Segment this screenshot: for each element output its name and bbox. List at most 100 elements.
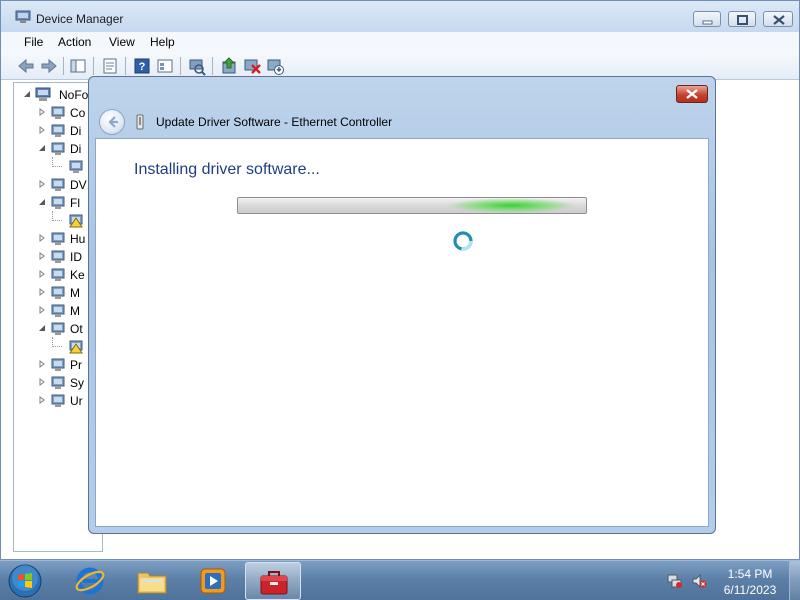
- keyboard-icon: [51, 268, 65, 281]
- toolbar-separator: [63, 57, 64, 75]
- svg-text:?: ?: [139, 61, 146, 73]
- expand-arrow-icon[interactable]: [38, 378, 46, 386]
- tree-item-label: Ke: [70, 268, 85, 282]
- expand-arrow-icon[interactable]: [38, 108, 46, 116]
- other-devices-icon: [51, 322, 65, 335]
- toolbar-separator: [93, 57, 94, 75]
- media-player-icon: [200, 568, 226, 594]
- show-hide-tree-icon[interactable]: [68, 56, 88, 76]
- tree-item-label: M: [70, 286, 80, 300]
- taskbar-file-explorer[interactable]: [124, 562, 180, 600]
- maximize-icon: [737, 15, 748, 25]
- device-manager-icon: [260, 571, 288, 595]
- start-orb-icon[interactable]: [6, 563, 44, 599]
- back-button[interactable]: [99, 109, 125, 135]
- collapse-arrow-icon[interactable]: [38, 324, 46, 332]
- tree-item-label: M: [70, 304, 80, 318]
- minimize-button[interactable]: [693, 11, 721, 27]
- tree-item-label: ID: [70, 250, 82, 264]
- system-devices-icon: [51, 376, 65, 389]
- toolbar-separator: [212, 57, 213, 75]
- usb-controller-icon: [51, 394, 65, 407]
- busy-spinner-icon: [453, 231, 473, 251]
- hid-icon: [51, 232, 65, 245]
- computer-category-icon: [51, 106, 65, 119]
- tree-item-label: Sy: [70, 376, 85, 390]
- disable-device-icon[interactable]: [242, 56, 262, 76]
- expand-arrow-icon[interactable]: [38, 360, 46, 368]
- back-icon[interactable]: [16, 56, 36, 76]
- menu-file[interactable]: File: [24, 35, 43, 49]
- menu-help[interactable]: Help: [150, 35, 175, 49]
- tree-item-label: Pr: [70, 358, 82, 372]
- scan-hardware-icon[interactable]: [187, 56, 207, 76]
- tree-item-label: Fl: [70, 196, 80, 210]
- tree-root-label: NoFo: [59, 88, 89, 102]
- floppy-controller-icon: [51, 196, 65, 209]
- network-icon[interactable]: [667, 573, 683, 589]
- file-explorer-icon: [137, 572, 167, 594]
- menu-action[interactable]: Action: [58, 35, 91, 49]
- close-button[interactable]: [763, 11, 793, 27]
- menu-view[interactable]: View: [109, 35, 135, 49]
- processor-icon: [51, 358, 65, 371]
- expand-arrow-icon[interactable]: [38, 234, 46, 242]
- forward-icon[interactable]: [39, 56, 59, 76]
- back-arrow-icon: [108, 116, 118, 128]
- toolbar-separator: [180, 57, 181, 75]
- view-icon[interactable]: [155, 56, 175, 76]
- uninstall-device-icon[interactable]: [265, 56, 285, 76]
- minimize-icon: [702, 20, 713, 25]
- toolbar-separator: [125, 57, 126, 75]
- tree-item-label: Di: [70, 124, 82, 138]
- dvd-drive-icon: [51, 178, 65, 191]
- mouse-icon: [51, 286, 65, 299]
- expand-arrow-icon[interactable]: [38, 288, 46, 296]
- tree-item-label: Co: [70, 106, 86, 120]
- properties-icon[interactable]: [100, 56, 120, 76]
- floppy-device-icon: [69, 214, 83, 228]
- taskbar-device-manager[interactable]: [245, 562, 301, 600]
- title-bar[interactable]: Device Manager: [1, 1, 799, 33]
- network-adapter-icon: [136, 114, 144, 130]
- collapse-arrow-icon[interactable]: [23, 90, 31, 98]
- unknown-device-icon: [69, 340, 83, 354]
- ide-controller-icon: [51, 250, 65, 263]
- tree-item-label: Hu: [70, 232, 86, 246]
- device-manager-app-icon: [15, 10, 31, 23]
- tree-item-label: Ur: [70, 394, 83, 408]
- dialog-close-button[interactable]: [676, 85, 708, 103]
- collapse-arrow-icon[interactable]: [38, 198, 46, 206]
- menu-bar: File Action View Help: [1, 32, 799, 52]
- expand-arrow-icon[interactable]: [38, 396, 46, 404]
- installing-heading: Installing driver software...: [134, 161, 320, 178]
- expand-arrow-icon[interactable]: [38, 180, 46, 188]
- disk-drive-icon: [51, 124, 65, 137]
- close-icon: [773, 15, 785, 25]
- progress-glow: [446, 198, 576, 213]
- show-desktop-button[interactable]: [789, 561, 800, 600]
- dialog-title: Update Driver Software - Ethernet Contro…: [156, 115, 393, 129]
- taskbar-media-player[interactable]: [185, 562, 241, 600]
- internet-explorer-icon: [75, 567, 105, 595]
- tree-connector: [52, 157, 62, 167]
- update-driver-icon[interactable]: [219, 56, 239, 76]
- display-device-icon: [69, 160, 83, 173]
- collapse-arrow-icon[interactable]: [38, 144, 46, 152]
- maximize-button[interactable]: [728, 11, 756, 27]
- expand-arrow-icon[interactable]: [38, 306, 46, 314]
- clock-time[interactable]: 1:54 PM: [721, 567, 779, 581]
- dialog-content: Installing driver software...: [95, 138, 709, 527]
- close-icon: [686, 89, 698, 99]
- tree-item-label: DV: [70, 178, 87, 192]
- help-icon[interactable]: ?: [132, 56, 152, 76]
- update-driver-dialog: Update Driver Software - Ethernet Contro…: [88, 76, 716, 534]
- volume-muted-icon[interactable]: [691, 573, 707, 589]
- clock-date[interactable]: 6/11/2023: [716, 583, 784, 597]
- progress-bar: [237, 197, 587, 214]
- expand-arrow-icon[interactable]: [38, 252, 46, 260]
- window-title: Device Manager: [36, 12, 124, 26]
- expand-arrow-icon[interactable]: [38, 126, 46, 134]
- expand-arrow-icon[interactable]: [38, 270, 46, 278]
- taskbar-internet-explorer[interactable]: [62, 562, 118, 600]
